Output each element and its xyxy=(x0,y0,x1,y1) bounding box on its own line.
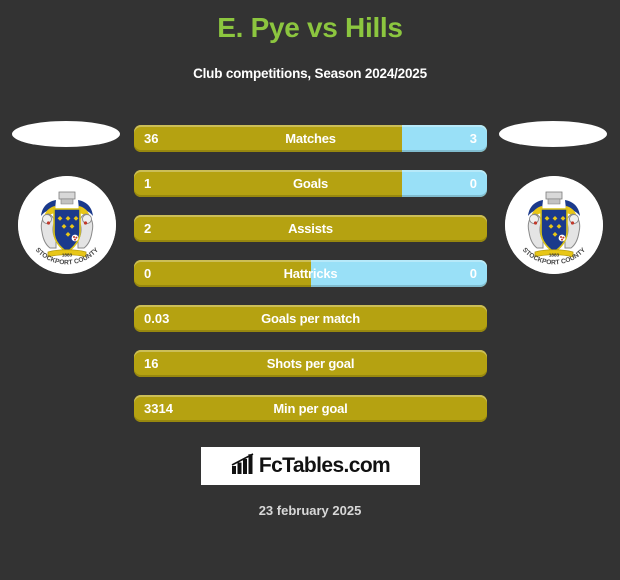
stat-label: Hattricks xyxy=(283,266,338,281)
stat-row: 0.03 Goals per match xyxy=(134,305,487,332)
away-club-crest-icon: 1883 STOCKPORT COUNTY xyxy=(505,176,603,274)
stat-row: 36 Matches 3 xyxy=(134,125,487,152)
brand-name: FcTables.com xyxy=(258,454,391,477)
footer-date: 23 february 2025 xyxy=(258,503,362,518)
away-shirt-ellipse xyxy=(499,121,607,147)
svg-text:1883: 1883 xyxy=(62,253,73,258)
stat-row: 16 Shots per goal xyxy=(134,350,487,377)
stat-row: 2 Assists xyxy=(134,215,487,242)
comparison-area: 1883 STOCKPORT COUNTY 36 Matches 3 1 Goa… xyxy=(0,119,620,434)
svg-text:1883: 1883 xyxy=(549,253,560,258)
stat-row: 3314 Min per goal xyxy=(134,395,487,422)
stat-row: 0 Hattricks 0 xyxy=(134,260,487,287)
stat-label: Min per goal xyxy=(273,401,348,416)
page-subtitle: Club competitions, Season 2024/2025 xyxy=(193,66,427,81)
home-shirt-ellipse xyxy=(12,121,120,147)
bar-chart-icon xyxy=(231,452,255,480)
header: E. Pye vs Hills Club competitions, Seaso… xyxy=(0,0,620,81)
away-stat-value: 0 xyxy=(469,176,477,191)
home-club-crest-icon: 1883 STOCKPORT COUNTY xyxy=(18,176,116,274)
away-stat-value: 3 xyxy=(469,131,477,146)
stat-label: Goals per match xyxy=(261,311,360,326)
stat-label: Shots per goal xyxy=(266,356,355,371)
stat-label: Goals xyxy=(292,176,329,191)
away-stat-value: 0 xyxy=(469,266,477,281)
stat-rows-list: 36 Matches 3 1 Goals 0 2 Assists 0 Hattr… xyxy=(134,125,487,440)
stat-label: Matches xyxy=(285,131,336,146)
home-club-badge-column: 1883 STOCKPORT COUNTY xyxy=(7,119,127,319)
fctables-brand-logo[interactable]: FcTables.com xyxy=(201,447,420,485)
stat-label: Assists xyxy=(288,221,333,236)
page-title: E. Pye vs Hills xyxy=(217,12,403,43)
away-club-badge-column: 1883 STOCKPORT COUNTY xyxy=(494,119,614,319)
stat-row: 1 Goals 0 xyxy=(134,170,487,197)
